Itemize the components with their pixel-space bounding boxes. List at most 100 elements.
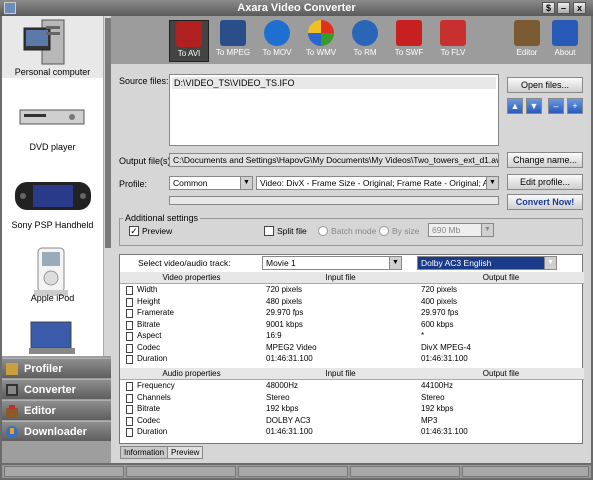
device-list: Personal computer DVD player Sony PSP Ha… (2, 16, 103, 356)
device-label: Apple iPod (30, 293, 75, 303)
status-bar (2, 465, 591, 478)
output-value: * (421, 331, 425, 340)
input-value: MPEG2 Video (266, 342, 317, 352)
by-size-radio[interactable] (379, 226, 389, 236)
property-icon (126, 309, 133, 318)
tab-information[interactable]: Information (120, 446, 169, 459)
device-ipod[interactable]: Apple iPod (2, 244, 103, 306)
to-mov-button[interactable]: To MOV (257, 20, 297, 62)
additional-settings-legend: Additional settings (123, 213, 201, 223)
window-title: Axara Video Converter (237, 2, 356, 14)
property-name: Aspect (137, 331, 162, 340)
dvd-player-icon (19, 109, 85, 125)
output-value: Stereo (421, 392, 445, 402)
table-row: Duration 01:46:31.100 01:46:31.100 (120, 427, 584, 439)
device-dvd-player[interactable]: DVD player (2, 94, 103, 154)
input-value: 9001 kbps (266, 319, 303, 329)
move-up-button[interactable]: ▲ (507, 98, 523, 114)
output-path-field[interactable]: C:\Documents and Settings\HapovG\My Docu… (169, 153, 499, 167)
laptop-icon (29, 321, 75, 354)
audio-track-select[interactable]: Dolby AC3 English ▼ (417, 256, 557, 270)
help-button[interactable]: $ (542, 2, 555, 14)
preview-checkbox[interactable]: ✓ (129, 226, 139, 236)
table-row: Codec MPEG2 Video DivX MPEG-4 (120, 343, 584, 355)
sidebar: Personal computer DVD player Sony PSP Ha… (2, 16, 111, 463)
input-value: 16:9 (266, 331, 282, 340)
to-avi-button[interactable]: To AVI (169, 20, 209, 62)
device-label: Personal computer (14, 67, 91, 77)
tab-preview[interactable]: Preview (167, 446, 204, 459)
close-button[interactable]: x (573, 2, 586, 14)
split-file-checkbox[interactable] (264, 226, 274, 236)
profile-select[interactable]: Common ▼ (169, 176, 253, 190)
nav-downloader[interactable]: Downloader (2, 421, 111, 441)
output-value: 600 kbps (421, 319, 454, 329)
batch-mode-radio[interactable] (318, 226, 328, 236)
to-swf-button[interactable]: To SWF (389, 20, 429, 62)
batch-mode-label: Batch mode (331, 226, 377, 236)
property-name: Channels (137, 392, 171, 402)
source-files-list[interactable]: D:\VIDEO_TS\VIDEO_TS.IFO (169, 74, 499, 146)
nav-editor[interactable]: Editor (2, 400, 111, 420)
mpeg-icon (220, 20, 246, 46)
format-toolbar: To AVI To MPEG To MOV To WMV To RM To SW… (111, 16, 591, 64)
device-psp[interactable]: Sony PSP Handheld (2, 170, 103, 232)
table-row: Width 720 pixels 720 pixels (120, 285, 584, 297)
minimize-button[interactable]: – (557, 2, 570, 14)
table-row: Bitrate 9001 kbps 600 kbps (120, 320, 584, 332)
status-pane (350, 466, 460, 477)
edit-profile-button[interactable]: Edit profile... (507, 174, 583, 190)
to-mpeg-button[interactable]: To MPEG (213, 20, 253, 62)
output-value: 720 pixels (421, 285, 458, 294)
nav-profiler[interactable]: Profiler (2, 358, 111, 378)
chevron-down-icon: ▼ (481, 224, 493, 236)
about-button[interactable]: About (545, 20, 585, 62)
table-row: Height 480 pixels 400 pixels (120, 297, 584, 309)
table-row: Framerate 29.970 fps 29.970 fps (120, 308, 584, 320)
nav-converter[interactable]: Converter (2, 379, 111, 399)
app-icon (4, 2, 16, 14)
open-files-button[interactable]: Open files... (507, 77, 583, 93)
status-pane (462, 466, 589, 477)
input-value: Stereo (266, 392, 290, 402)
editor-tool-button[interactable]: Editor (507, 20, 547, 62)
audio-output-header: Output file (418, 368, 584, 380)
input-value: 720 pixels (266, 285, 303, 294)
property-name: Duration (137, 427, 168, 436)
to-wmv-button[interactable]: To WMV (301, 20, 341, 62)
source-file-item[interactable]: D:\VIDEO_TS\VIDEO_TS.IFO (172, 77, 496, 89)
status-pane (4, 466, 124, 477)
property-icon (126, 393, 133, 403)
to-flv-button[interactable]: To FLV (433, 20, 473, 62)
device-label: Sony PSP Handheld (11, 220, 94, 230)
profile-details-select[interactable]: Video: DivX - Frame Size - Original; Fra… (256, 176, 499, 190)
device-personal-computer[interactable]: Personal computer (2, 16, 103, 78)
device-laptop[interactable] (2, 316, 103, 356)
output-value: 29.970 fps (421, 308, 459, 317)
input-value: 01:46:31.100 (266, 427, 313, 436)
input-value: DOLBY AC3 (266, 415, 311, 425)
track-info-panel: Select video/audio track: Movie 1 ▼ Dolby… (119, 254, 584, 444)
size-select[interactable]: 690 Mb ▼ (428, 223, 494, 237)
title-bar: Axara Video Converter $ – x (0, 0, 593, 16)
status-pane (238, 466, 348, 477)
info-icon (552, 20, 578, 46)
to-rm-button[interactable]: To RM (345, 20, 385, 62)
convert-now-button[interactable]: Convert Now! (507, 194, 583, 210)
table-row: Channels Stereo Stereo (120, 393, 584, 405)
change-name-button[interactable]: Change name... (507, 152, 583, 168)
video-track-select[interactable]: Movie 1 ▼ (262, 256, 402, 270)
property-name: Height (137, 296, 161, 306)
output-value: 400 pixels (421, 296, 458, 306)
output-value: 01:46:31.100 (421, 427, 468, 436)
progress-bar (169, 196, 499, 205)
property-name: Duration (137, 354, 168, 363)
remove-file-button[interactable]: – (548, 98, 564, 114)
quicktime-icon (264, 20, 290, 46)
device-list-scrollbar[interactable] (103, 16, 111, 356)
split-file-label: Split file (277, 226, 307, 236)
table-row: Aspect 16:9 * (120, 331, 584, 343)
add-file-button[interactable]: + (567, 98, 583, 114)
move-down-button[interactable]: ▼ (526, 98, 542, 114)
output-value: 44100Hz (421, 381, 454, 390)
